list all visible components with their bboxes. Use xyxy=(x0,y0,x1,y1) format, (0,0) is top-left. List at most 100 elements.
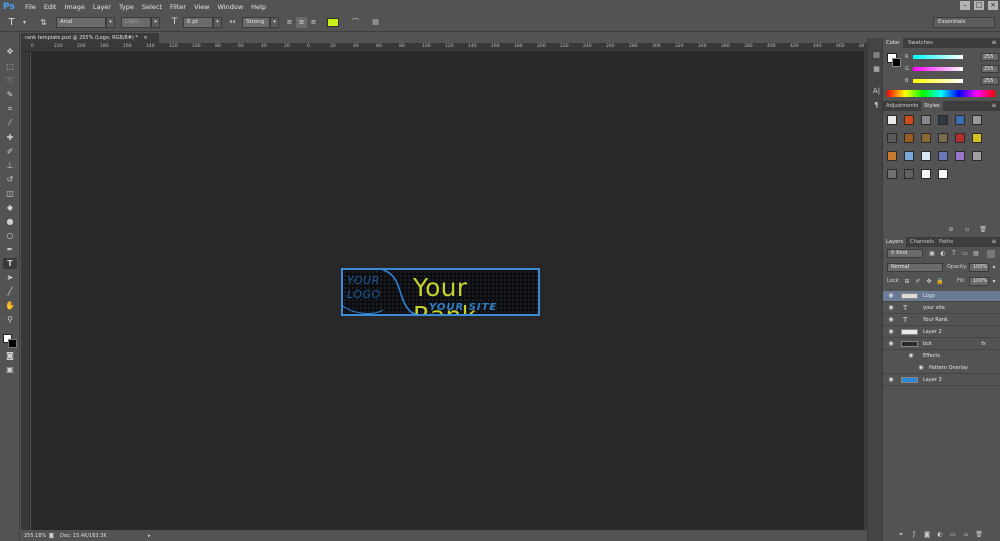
rank-banner-artwork[interactable]: YOUR LOGO Your Rank YOUR SITE xyxy=(341,268,540,316)
move-tool-icon[interactable]: ✥ xyxy=(3,46,17,57)
blue-slider[interactable]: B 255 xyxy=(905,77,999,85)
style-swatch[interactable] xyxy=(904,151,914,161)
delete-layer-icon[interactable]: 🗑 xyxy=(975,531,983,539)
red-track[interactable] xyxy=(913,55,963,59)
filter-type-icon[interactable]: T xyxy=(950,250,958,258)
style-swatch[interactable] xyxy=(887,115,897,125)
menu-image[interactable]: Image xyxy=(64,0,84,14)
fill-field[interactable]: 100% xyxy=(969,277,989,286)
fx-badge[interactable]: fx xyxy=(981,339,986,350)
align-left-icon[interactable]: ≡ xyxy=(284,17,295,28)
menu-layer[interactable]: Layer xyxy=(93,0,111,14)
menu-view[interactable]: View xyxy=(194,0,209,14)
menu-file[interactable]: File xyxy=(25,0,36,14)
style-swatch[interactable] xyxy=(972,133,982,143)
menu-select[interactable]: Select xyxy=(142,0,162,14)
filter-adjustment-icon[interactable]: ◐ xyxy=(939,250,947,258)
visibility-eye-icon[interactable]: ◉ xyxy=(887,328,895,336)
lock-position-icon[interactable]: ✥ xyxy=(925,278,933,286)
layer-row-pattern-overlay[interactable]: ◉ Pattern Overlay xyxy=(883,363,1000,374)
font-family-field[interactable]: Arial xyxy=(56,17,106,28)
close-document-icon[interactable]: × xyxy=(144,35,148,41)
pen-tool-icon[interactable]: ✒ xyxy=(3,244,17,255)
warp-text-icon[interactable]: ⌒ xyxy=(350,17,361,28)
screen-mode-icon[interactable]: ▣ xyxy=(3,364,17,375)
visibility-eye-icon[interactable]: ◉ xyxy=(887,304,895,312)
visibility-eye-icon[interactable]: ◉ xyxy=(887,316,895,324)
history-icon[interactable]: ▤ xyxy=(871,50,882,60)
tab-paths[interactable]: Paths xyxy=(936,237,956,247)
orientation-toggle-icon[interactable]: ⇅ xyxy=(38,17,49,28)
visibility-eye-icon[interactable]: ◉ xyxy=(887,340,895,348)
character-icon[interactable]: A| xyxy=(871,86,882,96)
layer-row-effects[interactable]: ◉ Effects xyxy=(883,351,1000,362)
green-slider[interactable]: G 255 xyxy=(905,65,999,73)
menu-type[interactable]: Type xyxy=(119,0,134,14)
color-bg-swatch[interactable] xyxy=(892,58,901,67)
blue-value[interactable]: 255 xyxy=(981,77,999,85)
style-swatch[interactable] xyxy=(938,115,948,125)
new-group-icon[interactable]: ▭ xyxy=(949,531,957,539)
add-style-icon[interactable]: ƒ xyxy=(910,531,918,539)
blur-tool-icon[interactable]: ● xyxy=(3,216,17,227)
eyedropper-tool-icon[interactable]: ⁄ xyxy=(3,117,17,128)
styles-menu-icon[interactable]: ≡ xyxy=(990,102,998,110)
background-color-swatch[interactable] xyxy=(8,339,17,348)
menu-help[interactable]: Help xyxy=(251,0,266,14)
style-swatch[interactable] xyxy=(904,133,914,143)
anti-alias-field[interactable]: Strong xyxy=(242,17,270,28)
zoom-level[interactable]: 255.18% xyxy=(24,531,46,541)
paint-bucket-tool-icon[interactable]: ◆ xyxy=(3,202,17,213)
font-style-field[interactable]: Light xyxy=(121,17,151,28)
opacity-dropdown-icon[interactable]: ▾ xyxy=(990,264,998,272)
style-swatch[interactable] xyxy=(955,115,965,125)
document-tab[interactable]: rank template.psd @ 255% (Logo, RGB/8#) … xyxy=(21,33,159,43)
visibility-eye-icon[interactable]: ◉ xyxy=(887,292,895,300)
zoom-tool-icon[interactable]: ⚲ xyxy=(3,314,17,325)
delete-style-icon[interactable]: 🗑 xyxy=(979,226,987,234)
menu-window[interactable]: Window xyxy=(218,0,244,14)
layers-menu-icon[interactable]: ≡ xyxy=(990,238,998,246)
properties-icon[interactable]: ▦ xyxy=(871,64,882,74)
menu-filter[interactable]: Filter xyxy=(170,0,186,14)
style-swatch[interactable] xyxy=(904,169,914,179)
layer-row-logo[interactable]: ◉ Logo xyxy=(883,291,1000,302)
green-track[interactable] xyxy=(913,67,963,71)
style-swatch[interactable] xyxy=(887,151,897,161)
align-right-icon[interactable]: ≡ xyxy=(308,17,319,28)
style-swatch[interactable] xyxy=(887,169,897,179)
paragraph-icon[interactable]: ¶ xyxy=(871,100,882,110)
brush-tool-icon[interactable]: ✐ xyxy=(3,146,17,157)
fill-dropdown-icon[interactable]: ▾ xyxy=(990,278,998,286)
color-spectrum-bar[interactable] xyxy=(887,90,995,97)
healing-brush-tool-icon[interactable]: ✚ xyxy=(3,132,17,143)
new-layer-icon[interactable]: ▫ xyxy=(962,531,970,539)
path-selection-tool-icon[interactable]: ➤ xyxy=(3,272,17,283)
hand-tool-icon[interactable]: ✋ xyxy=(3,300,17,311)
style-swatch[interactable] xyxy=(938,151,948,161)
layer-row-layer-3[interactable]: ◉ Layer 3 xyxy=(883,375,1000,386)
add-mask-icon[interactable]: ◙ xyxy=(923,531,931,539)
close-icon[interactable]: × xyxy=(988,1,998,10)
quick-mask-icon[interactable]: ◙ xyxy=(3,350,17,361)
style-swatch[interactable] xyxy=(972,151,982,161)
lock-all-icon[interactable]: 🔒 xyxy=(936,278,944,286)
layer-row-layer-2[interactable]: ◉ Layer 2 xyxy=(883,327,1000,338)
new-adjustment-icon[interactable]: ◐ xyxy=(936,531,944,539)
red-value[interactable]: 255 xyxy=(981,53,999,61)
crop-tool-icon[interactable]: ⌗ xyxy=(3,103,17,114)
style-swatch[interactable] xyxy=(938,133,948,143)
style-swatch[interactable] xyxy=(955,133,965,143)
new-style-icon[interactable]: ▫ xyxy=(963,226,971,234)
tab-adjustments[interactable]: Adjustments xyxy=(883,101,922,111)
maximize-icon[interactable]: □ xyxy=(974,1,984,10)
visibility-eye-icon[interactable]: ◉ xyxy=(887,376,895,384)
blend-mode-select[interactable]: Normal xyxy=(887,263,943,272)
lasso-tool-icon[interactable]: ➰ xyxy=(3,75,17,86)
pattern-overlay-eye-icon[interactable]: ◉ xyxy=(917,364,925,372)
opacity-field[interactable]: 100% xyxy=(969,263,989,272)
tab-color[interactable]: Color xyxy=(883,38,903,48)
green-value[interactable]: 255 xyxy=(981,65,999,73)
red-slider[interactable]: R 255 xyxy=(905,53,999,61)
workspace-select[interactable]: Essentials xyxy=(933,17,995,28)
